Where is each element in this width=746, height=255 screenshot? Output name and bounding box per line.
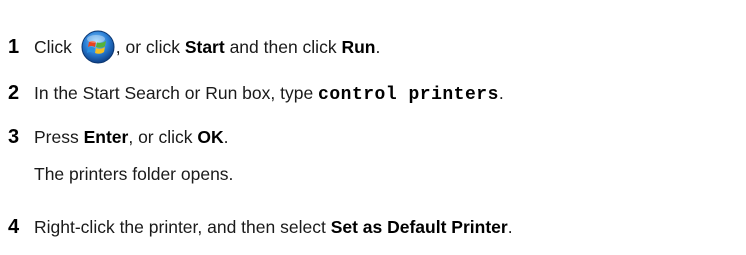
step-number: 1 xyxy=(8,36,20,58)
step-text: Press Enter, or click OK. xyxy=(34,127,229,147)
step-number: 3 xyxy=(8,126,20,148)
windows-start-orb-icon xyxy=(81,30,115,64)
step-text: In the Start Search or Run box, type con… xyxy=(34,83,504,105)
step-4: 4 Right-click the printer, and then sele… xyxy=(8,216,513,239)
step-3-note: The printers folder opens. xyxy=(34,164,234,184)
step-number: 4 xyxy=(8,216,20,238)
step-3: 3 Press Enter, or click OK. xyxy=(8,126,229,149)
command-text: control printers xyxy=(318,85,499,105)
step-text: Click , or click Start and then click Ru… xyxy=(34,30,380,64)
step-number: 2 xyxy=(8,82,20,104)
step-text: Right-click the printer, and then select… xyxy=(34,217,513,237)
step-2: 2 In the Start Search or Run box, type c… xyxy=(8,82,504,105)
step-1: 1 Click , or click Start and then click … xyxy=(8,30,380,64)
